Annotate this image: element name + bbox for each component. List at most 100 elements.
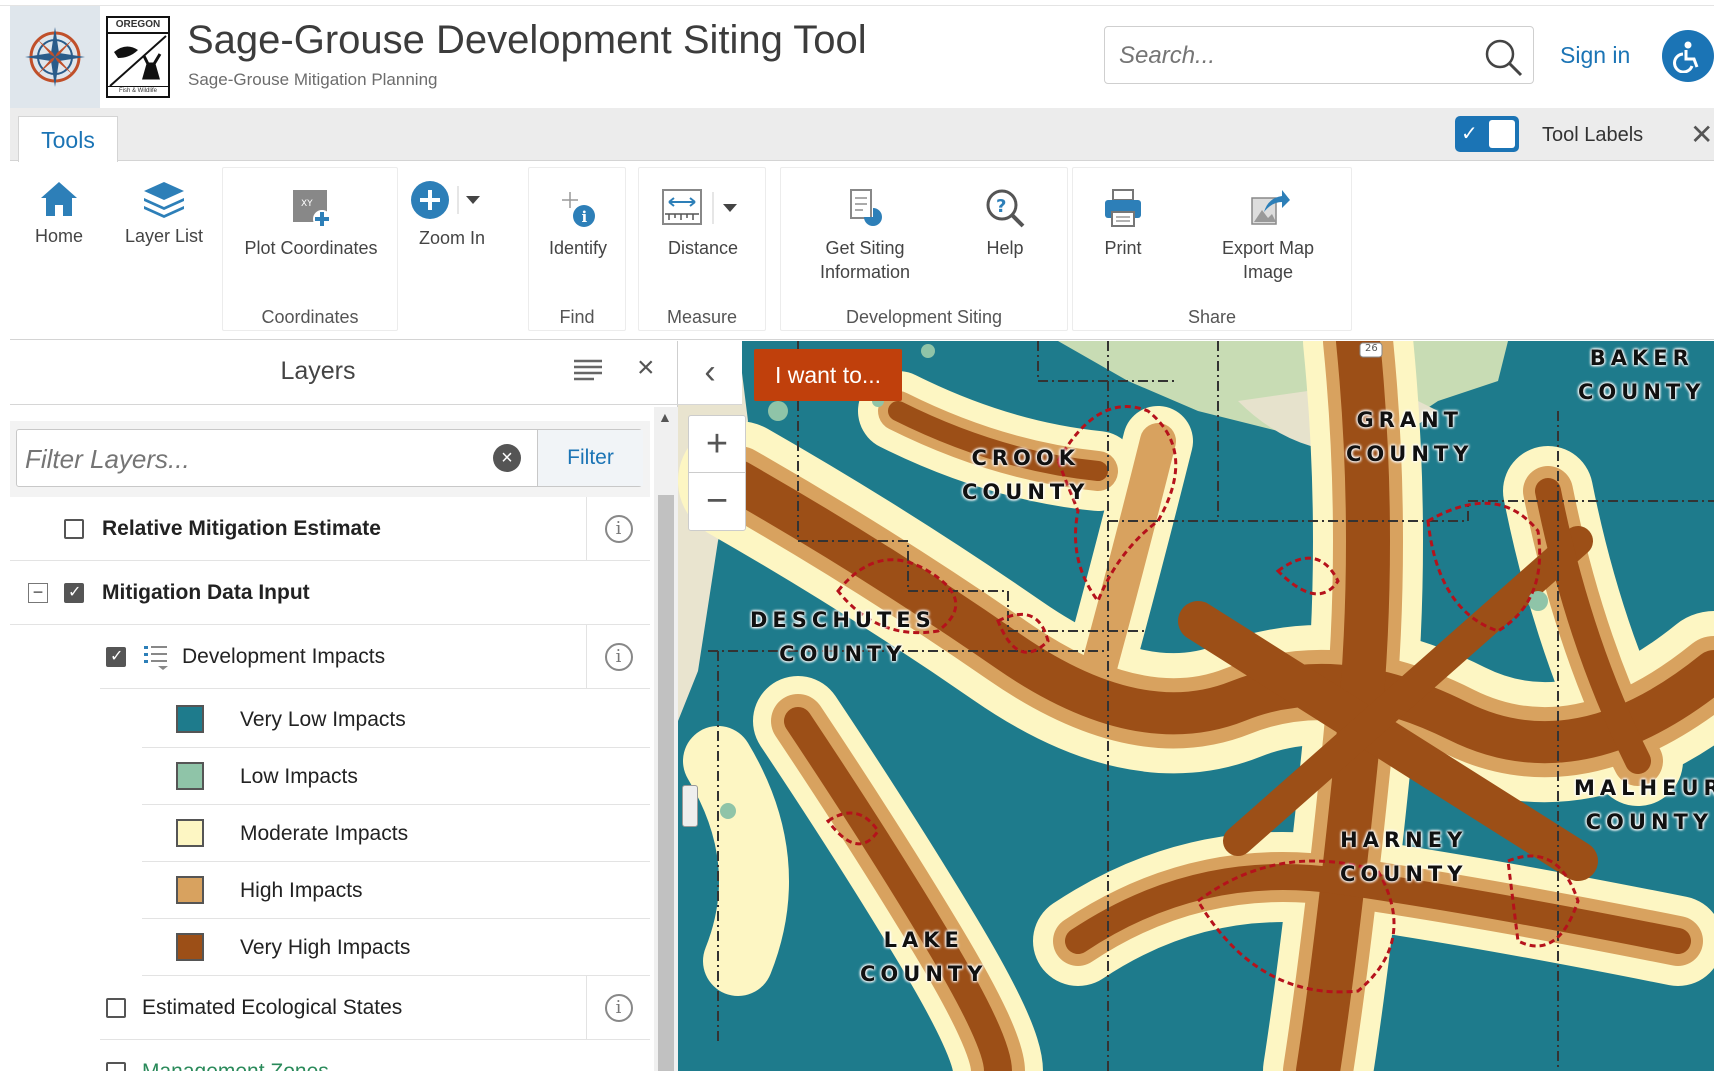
- close-layers-icon[interactable]: ×: [637, 351, 655, 385]
- legend-swatch: [176, 705, 204, 733]
- panel-resize-handle[interactable]: [682, 785, 698, 827]
- county-label-lake: LAKE COUNTY: [860, 923, 987, 991]
- layer-checkbox[interactable]: [106, 646, 126, 667]
- collapse-panel-icon[interactable]: ‹: [678, 341, 742, 405]
- layer-info-button[interactable]: i: [586, 497, 650, 560]
- layer-label: Relative Mitigation Estimate: [102, 517, 381, 540]
- legend-swatch: [176, 876, 204, 904]
- find-group-label: Find: [559, 307, 595, 327]
- help-icon: ?: [986, 189, 1025, 228]
- highway-shield-label: 26: [1365, 343, 1378, 354]
- zoom-in-button[interactable]: Zoom In: [408, 180, 496, 250]
- map-canvas: [678, 341, 1714, 1071]
- county-label-harney: HARNEY COUNTY: [1340, 823, 1467, 891]
- info-icon: i: [604, 642, 633, 671]
- app-title: Sage-Grouse Development Siting Tool: [187, 18, 867, 62]
- home-button[interactable]: Home: [24, 180, 94, 248]
- legend-item: Low Impacts: [142, 748, 650, 805]
- development-siting-group: Get Siting Information ? Help Developmen…: [780, 167, 1068, 331]
- i-want-to-button[interactable]: I want to...: [754, 349, 902, 401]
- close-ribbon-icon[interactable]: ✕: [1690, 118, 1713, 151]
- help-label: Help: [986, 238, 1024, 258]
- help-button[interactable]: ? Help: [965, 186, 1045, 260]
- map-zoom-in-button[interactable]: +: [689, 416, 745, 473]
- get-siting-information-button[interactable]: Get Siting Information: [795, 186, 935, 284]
- county-word: COUNTY: [860, 962, 988, 986]
- county-label-deschutes: DESCHUTES COUNTY: [750, 603, 936, 671]
- layer-checkbox[interactable]: [64, 519, 84, 539]
- accessibility-button[interactable]: [1662, 30, 1714, 82]
- legend-swatch: [176, 762, 204, 790]
- coordinates-group-label: Coordinates: [261, 307, 359, 327]
- county-name: BAKER: [1589, 346, 1694, 370]
- app-subtitle: Sage-Grouse Mitigation Planning: [188, 70, 438, 89]
- county-name: MALHEUR: [1574, 776, 1714, 800]
- plot-coordinates-icon: XY: [293, 190, 331, 228]
- print-button[interactable]: Print: [1083, 186, 1163, 260]
- distance-button[interactable]: Distance: [639, 186, 767, 260]
- county-name: GRANT: [1356, 408, 1463, 432]
- siting-report-icon: [850, 189, 882, 226]
- filter-layers-box: × Filter: [16, 429, 643, 487]
- legend-list-icon: [144, 646, 168, 670]
- legend-item: Moderate Impacts: [142, 805, 650, 862]
- layer-row-mitigation-data-input: − Mitigation Data Input: [10, 561, 650, 625]
- layer-info-button[interactable]: i: [586, 976, 650, 1039]
- county-word: COUNTY: [1340, 862, 1468, 886]
- layer-list-button[interactable]: Layer List: [116, 180, 212, 248]
- fish-deer-icon: [109, 35, 167, 87]
- plot-coordinates-button[interactable]: XY Plot Coordinates: [223, 186, 399, 260]
- map-zoom-out-button[interactable]: −: [689, 473, 745, 530]
- search-icon[interactable]: [1483, 37, 1523, 77]
- layers-icon: [144, 182, 184, 218]
- legend-label: High Impacts: [240, 879, 363, 902]
- get-siting-label-2: Information: [819, 262, 911, 282]
- search-box: [1104, 26, 1534, 84]
- county-word: COUNTY: [1346, 442, 1474, 466]
- legend-swatch: [176, 933, 204, 961]
- county-label-crook: CROOK COUNTY: [962, 441, 1089, 509]
- filter-row: × Filter: [10, 421, 650, 497]
- filter-button[interactable]: Filter: [537, 430, 643, 486]
- layer-info-button[interactable]: i: [586, 625, 650, 688]
- odfw-logo-bottom-text: Fish & Wildlife: [108, 86, 168, 96]
- layer-checkbox[interactable]: [106, 998, 126, 1018]
- compass-icon: [25, 27, 85, 87]
- tab-tools[interactable]: Tools: [18, 116, 118, 162]
- county-name: DESCHUTES: [750, 608, 936, 632]
- layers-scrollbar[interactable]: ▲: [654, 407, 678, 1071]
- identify-button[interactable]: i Identify: [529, 186, 627, 260]
- top-border: [0, 0, 1714, 6]
- export-map-image-button[interactable]: Export Map Image: [1193, 186, 1343, 284]
- toggle-knob: [1489, 120, 1515, 148]
- county-label-baker: BAKER COUNTY: [1578, 341, 1705, 409]
- measure-group: Distance Measure: [638, 167, 766, 331]
- layers-panel-title: Layers: [280, 357, 356, 385]
- filter-layers-input[interactable]: [25, 442, 445, 476]
- layers-panel-header: Layers ×: [10, 341, 678, 405]
- menu-lines-icon[interactable]: [572, 355, 604, 387]
- collapse-group-icon[interactable]: −: [28, 583, 48, 603]
- scroll-up-arrow-icon[interactable]: ▲: [658, 409, 672, 425]
- tool-ribbon: Home Layer List XY Plot Coordinates Coor…: [10, 162, 1714, 340]
- sign-in-link[interactable]: Sign in: [1560, 42, 1630, 69]
- layer-checkbox[interactable]: [106, 1062, 126, 1071]
- legend-item: Very Low Impacts: [142, 691, 650, 748]
- info-icon: i: [604, 514, 633, 543]
- county-word: COUNTY: [1585, 810, 1714, 834]
- legend-label: Very High Impacts: [240, 936, 411, 959]
- development-siting-group-label: Development Siting: [845, 307, 1003, 327]
- scrollbar-thumb[interactable]: [658, 495, 674, 1071]
- tool-labels-toggle[interactable]: ✓: [1455, 116, 1519, 152]
- clear-filter-icon[interactable]: ×: [493, 444, 521, 472]
- search-input[interactable]: [1119, 39, 1459, 73]
- map-view[interactable]: 26 I want to... ‹ + − CROOK COUNTY GRANT…: [678, 341, 1714, 1071]
- tool-labels-text: Tool Labels: [1542, 124, 1644, 146]
- compass-logo-button[interactable]: [10, 6, 100, 108]
- info-icon: i: [604, 993, 633, 1022]
- home-icon: [41, 182, 77, 216]
- plot-coordinates-label: Plot Coordinates: [244, 238, 378, 258]
- layer-checkbox[interactable]: [64, 582, 84, 603]
- layer-label: Management Zones: [142, 1060, 329, 1071]
- odfw-logo: OREGON Fish & Wildlife: [106, 16, 170, 98]
